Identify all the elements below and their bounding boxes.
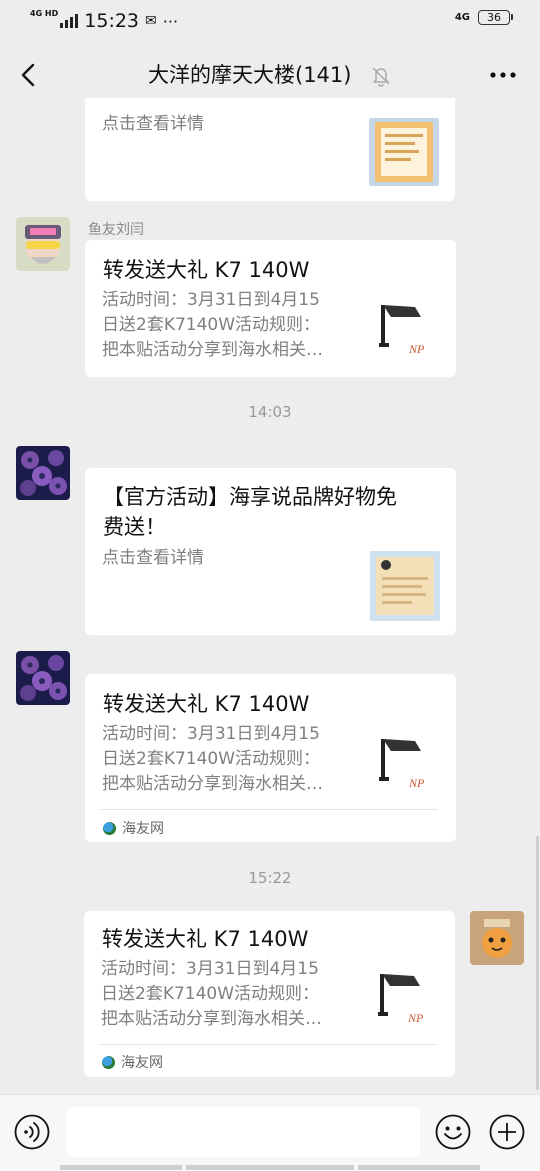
card-source: 海友网 (102, 1052, 163, 1072)
card-desc: 点击查看详情 (102, 548, 204, 568)
svg-text:NP: NP (408, 342, 425, 356)
card-thumbnail (370, 551, 440, 621)
card-desc: 活动时间：3月31日到4月15 (102, 290, 320, 310)
message-input[interactable] (66, 1107, 420, 1157)
card-title: 转发送大礼 K7 140W (103, 692, 310, 716)
message-card[interactable]: 转发送大礼 K7 140W 活动时间：3月31日到4月15 日送2套K7140W… (85, 674, 456, 842)
overflow-notifications-icon: ··· (162, 11, 179, 31)
source-label: 海友网 (122, 821, 164, 837)
status-left: 4G HD 15:23 ✉ ··· (30, 9, 178, 33)
card-desc: 点击查看详情 (102, 114, 204, 134)
emoji-icon[interactable] (435, 1114, 471, 1150)
mute-bell-icon (372, 67, 390, 87)
my-avatar[interactable] (470, 911, 524, 965)
chat-title: 大洋的摩天大楼(141) (148, 63, 352, 87)
card-divider (100, 809, 438, 810)
network-type: 4G HD (30, 8, 59, 18)
signal-icon (60, 14, 79, 28)
avatar[interactable] (16, 217, 70, 271)
card-thumbnail: NP (371, 729, 441, 799)
card-desc: 把本贴活动分享到海水相关… (101, 1009, 322, 1029)
more-dots-icon[interactable] (488, 62, 518, 88)
card-thumbnail (369, 118, 439, 186)
card-divider (99, 1044, 437, 1045)
gesture-bar (186, 1165, 354, 1170)
card-title: 费送！ (103, 515, 166, 539)
card-title: 转发送大礼 K7 140W (103, 258, 310, 282)
svg-text:NP: NP (407, 1011, 424, 1025)
message-card[interactable]: 【官方活动】海享说品牌好物免 费送！ 点击查看详情 (85, 468, 456, 635)
avatar[interactable] (16, 651, 70, 705)
card-desc: 把本贴活动分享到海水相关… (102, 774, 323, 794)
time-divider: 14:03 (248, 403, 292, 421)
notification-icon: ✉ (145, 13, 157, 29)
message-card[interactable]: 转发送大礼 K7 140W 活动时间：3月31日到4月15 日送2套K7140W… (85, 240, 456, 377)
network-right: 4G (454, 12, 470, 23)
source-label: 海友网 (121, 1055, 163, 1071)
card-desc: 活动时间：3月31日到4月15 (102, 724, 320, 744)
status-bar: 4G HD 15:23 ✉ ··· 4G 36 (0, 0, 540, 42)
scrollbar[interactable] (536, 836, 539, 1090)
back-arrow-icon[interactable] (14, 58, 48, 92)
link-source-icon (102, 1055, 115, 1069)
plus-icon[interactable] (489, 1114, 525, 1150)
battery-icon: 36 (478, 10, 513, 25)
voice-icon[interactable] (14, 1114, 50, 1150)
card-title: 转发送大礼 K7 140W (102, 927, 309, 951)
card-desc: 日送2套K7140W活动规则： (101, 984, 320, 1004)
time-divider: 15:22 (248, 869, 292, 887)
gesture-bar (60, 1165, 182, 1170)
svg-text:NP: NP (408, 776, 425, 790)
input-bar (0, 1094, 540, 1171)
card-desc: 日送2套K7140W活动规则： (102, 315, 321, 335)
sender-name: 鱼友刘闫 (88, 222, 144, 238)
card-title: 【官方活动】海享说品牌好物免 (103, 485, 397, 509)
message-card[interactable]: 转发送大礼 K7 140W 活动时间：3月31日到4月15 日送2套K7140W… (84, 911, 455, 1077)
link-source-icon (103, 821, 116, 835)
card-desc: 把本贴活动分享到海水相关… (102, 340, 323, 360)
card-source: 海友网 (103, 818, 164, 838)
gesture-bar (358, 1165, 480, 1170)
card-thumbnail: NP (371, 295, 441, 365)
card-desc: 日送2套K7140W活动规则： (102, 749, 321, 769)
message-card[interactable]: 点击查看详情 (85, 98, 455, 201)
card-desc: 活动时间：3月31日到4月15 (101, 959, 319, 979)
avatar[interactable] (16, 446, 70, 500)
card-thumbnail: NP (370, 964, 440, 1034)
status-right: 4G 36 (454, 10, 513, 25)
status-time: 15:23 (84, 10, 140, 32)
